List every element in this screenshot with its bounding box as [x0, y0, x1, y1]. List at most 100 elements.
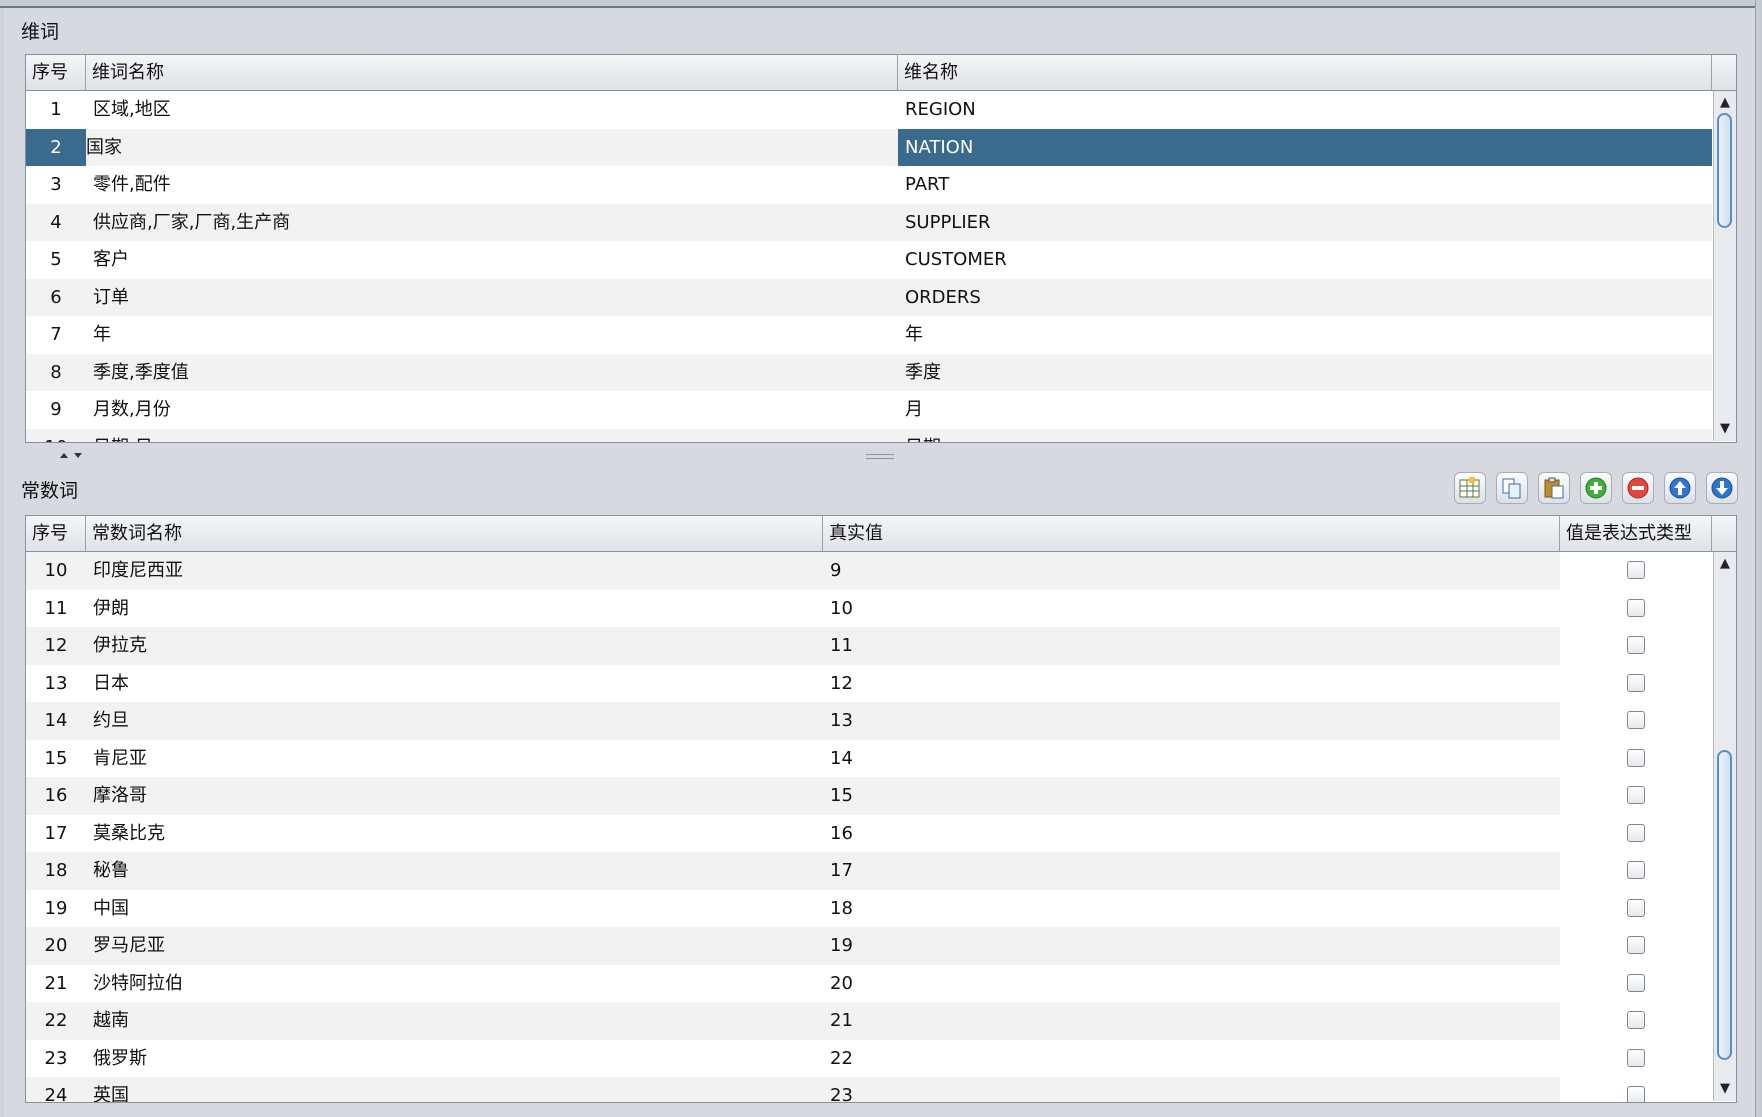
is-expression-checkbox[interactable] [1627, 561, 1645, 579]
constant-name-cell[interactable]: 约旦 [86, 702, 823, 740]
dimension-name-cell[interactable]: PART [898, 166, 1712, 204]
table-row[interactable]: 8 季度,季度值 季度 [26, 353, 1712, 392]
constant-words-scrollbar[interactable]: ▲ ▼ [1713, 552, 1736, 1101]
dimension-name-cell[interactable]: 年 [898, 316, 1712, 354]
row-index-cell[interactable]: 20 [26, 927, 86, 965]
row-index-cell[interactable]: 1 [26, 91, 86, 129]
dimension-name-cell[interactable]: ORDERS [898, 279, 1712, 317]
row-index-cell[interactable]: 24 [26, 1077, 86, 1102]
row-index-cell[interactable]: 3 [26, 166, 86, 204]
move-up-button[interactable] [1664, 472, 1696, 504]
table-row[interactable]: 10 印度尼西亚 9 [26, 552, 1712, 590]
table-row[interactable]: 9 月数,月份月 [26, 391, 1712, 429]
table-row[interactable]: 10日期,日日期 [26, 428, 1712, 443]
dimension-name-cell[interactable]: NATION [898, 128, 1712, 166]
is-expression-checkbox[interactable] [1627, 898, 1645, 917]
scroll-up-arrow-icon[interactable]: ▲ [1714, 93, 1736, 113]
row-index-cell[interactable]: 6 [26, 279, 86, 317]
table-row[interactable]: 5 客户 CUSTOMER [26, 241, 1712, 279]
split-pane-divider[interactable] [0, 450, 1762, 460]
is-expression-checkbox[interactable] [1627, 786, 1645, 804]
row-index-cell[interactable]: 9 [26, 391, 86, 429]
row-index-cell[interactable]: 2 [26, 128, 86, 166]
word-name-cell[interactable]: 日期,日 [86, 429, 898, 443]
real-value-cell[interactable]: 12 [823, 665, 1560, 703]
constant-name-cell[interactable]: 越南 [86, 1002, 823, 1040]
is-expression-checkbox[interactable] [1627, 636, 1645, 654]
row-index-cell[interactable]: 22 [26, 1002, 86, 1040]
is-expression-checkbox[interactable] [1627, 598, 1645, 617]
constant-name-cell[interactable]: 印度尼西亚 [86, 552, 823, 590]
row-index-cell[interactable]: 16 [26, 777, 86, 815]
dimension-name-cell[interactable]: 季度 [898, 354, 1712, 392]
is-expression-checkbox[interactable] [1627, 748, 1645, 767]
col-header-real-value[interactable]: 真实值 [823, 516, 1560, 551]
dimension-name-cell[interactable]: REGION [898, 91, 1712, 129]
is-expression-checkbox[interactable] [1627, 1086, 1645, 1102]
row-index-cell[interactable]: 7 [26, 316, 86, 354]
table-row[interactable]: 22 越南 21 [26, 1002, 1712, 1040]
row-index-cell[interactable]: 5 [26, 241, 86, 279]
is-expression-checkbox[interactable] [1627, 861, 1645, 879]
row-index-cell[interactable]: 23 [26, 1040, 86, 1078]
table-row[interactable]: 24 英国 23 [26, 1077, 1712, 1102]
row-index-cell[interactable]: 17 [26, 815, 86, 853]
constant-name-cell[interactable]: 莫桑比克 [86, 815, 823, 853]
dimension-name-cell[interactable]: 日期 [898, 429, 1712, 443]
constant-name-cell[interactable]: 伊拉克 [86, 627, 823, 665]
row-index-cell[interactable]: 8 [26, 354, 86, 392]
divider-grip-icon[interactable] [866, 454, 894, 459]
constant-name-cell[interactable]: 中国 [86, 890, 823, 928]
row-index-cell[interactable]: 12 [26, 627, 86, 665]
table-row[interactable]: 14 约旦 13 [26, 702, 1712, 740]
move-down-button[interactable] [1706, 472, 1738, 504]
is-expression-checkbox[interactable] [1627, 711, 1645, 729]
real-value-cell[interactable]: 17 [823, 852, 1560, 890]
table-row[interactable]: 16 摩洛哥 15 [26, 777, 1712, 815]
table-row[interactable]: 18 秘鲁 17 [26, 852, 1712, 890]
dimension-name-cell[interactable]: SUPPLIER [898, 204, 1712, 242]
real-value-cell[interactable]: 22 [823, 1040, 1560, 1078]
table-row[interactable]: 20 罗马尼亚 19 [26, 927, 1712, 965]
row-index-cell[interactable]: 10 [26, 552, 86, 590]
row-index-cell[interactable]: 4 [26, 204, 86, 242]
word-name-cell[interactable]: 订单 [86, 279, 898, 317]
col-header-dimension-name[interactable]: 维名称 [898, 55, 1712, 90]
table-row[interactable]: 23 俄罗斯 22 [26, 1039, 1712, 1078]
constant-name-cell[interactable]: 伊朗 [86, 590, 823, 628]
table-row[interactable]: 19 中国 18 [26, 889, 1712, 928]
row-index-cell[interactable]: 19 [26, 890, 86, 928]
real-value-cell[interactable]: 14 [823, 740, 1560, 778]
scrollbar-thumb[interactable] [1717, 113, 1732, 228]
scroll-up-arrow-icon[interactable]: ▲ [1714, 554, 1736, 574]
row-index-cell[interactable]: 15 [26, 740, 86, 778]
row-index-cell[interactable]: 10 [26, 429, 86, 443]
real-value-cell[interactable]: 10 [823, 590, 1560, 628]
table-row[interactable]: 15 肯尼亚 14 [26, 739, 1712, 778]
col-header-constant-name[interactable]: 常数词名称 [86, 516, 823, 551]
word-name-cell[interactable]: 季度,季度值 [86, 354, 898, 392]
table-row[interactable]: 3 零件,配件 PART [26, 166, 1712, 204]
word-name-cell[interactable]: 区域,地区 [86, 91, 898, 129]
word-name-cell[interactable]: 国家 [86, 129, 898, 167]
table-row[interactable]: 2 国家 NATION [26, 128, 1712, 167]
table-row[interactable]: 7年年 [26, 316, 1712, 354]
real-value-cell[interactable]: 23 [823, 1077, 1560, 1102]
constant-name-cell[interactable]: 肯尼亚 [86, 740, 823, 778]
row-index-cell[interactable]: 21 [26, 965, 86, 1003]
table-row[interactable]: 4 供应商,厂家,厂商,生产商 SUPPLIER [26, 203, 1712, 242]
is-expression-checkbox[interactable] [1627, 1011, 1645, 1029]
table-row[interactable]: 11 伊朗 10 [26, 589, 1712, 628]
dimension-words-scrollbar[interactable]: ▲ ▼ [1713, 91, 1736, 441]
dimension-name-cell[interactable]: 月 [898, 391, 1712, 429]
col-header-word-name[interactable]: 维词名称 [86, 55, 898, 90]
real-value-cell[interactable]: 13 [823, 702, 1560, 740]
paste-button[interactable] [1538, 472, 1570, 504]
real-value-cell[interactable]: 16 [823, 815, 1560, 853]
constant-name-cell[interactable]: 罗马尼亚 [86, 927, 823, 965]
real-value-cell[interactable]: 20 [823, 965, 1560, 1003]
row-index-cell[interactable]: 13 [26, 665, 86, 703]
is-expression-checkbox[interactable] [1627, 673, 1645, 692]
insert-table-button[interactable] [1454, 472, 1486, 504]
remove-row-button[interactable] [1622, 472, 1654, 504]
